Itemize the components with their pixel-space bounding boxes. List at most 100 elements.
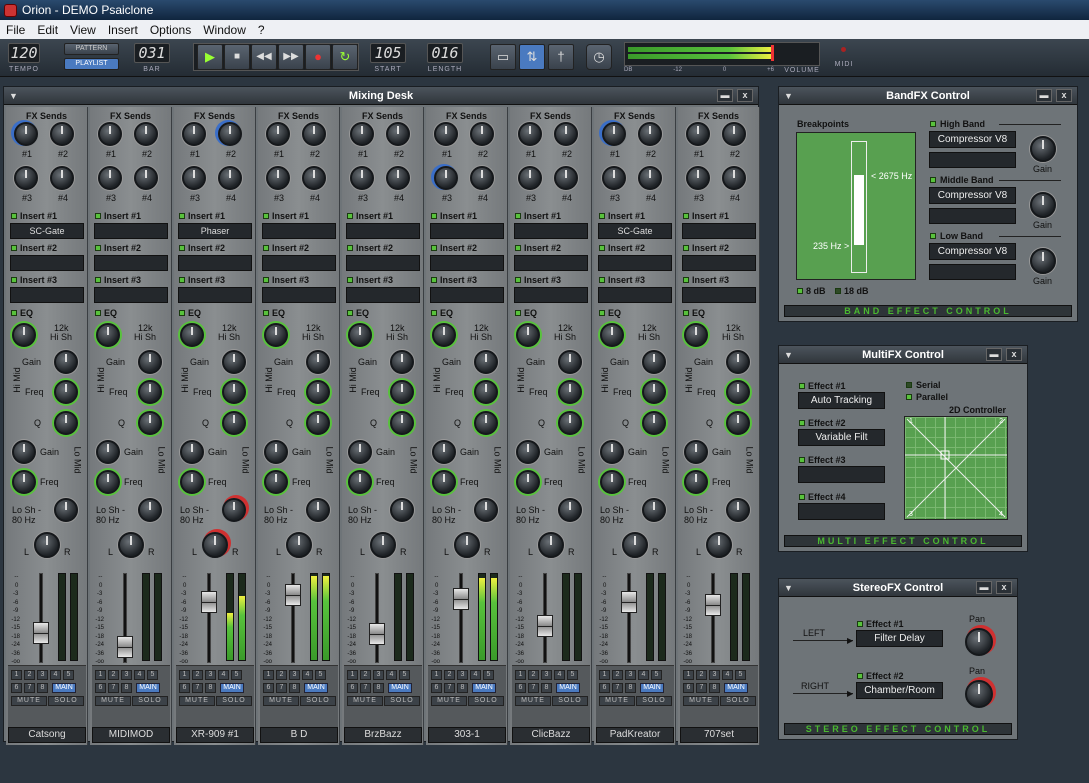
lo-shelf-knob[interactable] [390,498,414,522]
route-7-button[interactable]: 7 [24,683,35,693]
db8-led[interactable] [797,288,803,294]
hi-mid-q-knob[interactable] [306,411,330,435]
insert-2-led[interactable] [347,245,353,251]
route-1-button[interactable]: 1 [95,670,106,680]
playlist-button[interactable]: PLAYLIST [64,58,119,70]
insert-1-slot[interactable]: SC-Gate [598,223,672,239]
fx-send-3-knob[interactable] [14,166,38,190]
insert-1-slot[interactable]: SC-Gate [10,223,84,239]
minimize-button[interactable]: ▬ [986,348,1002,361]
insert-3-slot[interactable] [10,287,84,303]
channel-fader[interactable] [621,590,637,613]
insert-1-slot[interactable] [430,223,504,239]
route-1-button[interactable]: 1 [599,670,610,680]
route-8-button[interactable]: 8 [457,683,468,693]
route-1-button[interactable]: 1 [179,670,190,680]
main-route-button[interactable]: MAIN [724,683,748,693]
hi-shelf-knob[interactable] [348,323,372,347]
lo-mid-freq-knob[interactable] [432,470,456,494]
route-1-button[interactable]: 1 [431,670,442,680]
middle-band-led[interactable] [930,177,936,183]
route-1-button[interactable]: 1 [515,670,526,680]
fx-send-1-knob[interactable] [518,122,542,146]
insert-2-slot[interactable] [178,255,252,271]
effect2-led[interactable] [799,420,805,426]
insert-2-slot[interactable] [682,255,756,271]
solo-button[interactable]: SOLO [48,696,84,706]
mute-button[interactable]: MUTE [263,696,299,706]
route-2-button[interactable]: 2 [696,670,707,680]
hi-mid-freq-knob[interactable] [642,380,666,404]
insert-1-slot[interactable]: Phaser [178,223,252,239]
route-6-button[interactable]: 6 [179,683,190,693]
hi-mid-q-knob[interactable] [474,411,498,435]
route-4-button[interactable]: 4 [470,670,481,680]
route-8-button[interactable]: 8 [121,683,132,693]
channel-fader[interactable] [369,623,385,646]
collapse-icon[interactable]: ▼ [784,583,793,593]
insert-2-slot[interactable] [430,255,504,271]
low-band-empty-slot[interactable] [929,264,1016,280]
insert-3-led[interactable] [11,277,17,283]
solo-button[interactable]: SOLO [468,696,504,706]
hi-mid-gain-knob[interactable] [474,350,498,374]
route-2-button[interactable]: 2 [612,670,623,680]
insert-1-slot[interactable] [514,223,588,239]
channel-name[interactable]: XR-909 #1 [176,727,254,743]
2d-controller-pad[interactable]: 1 2 3 4 [904,416,1008,520]
channel-fader[interactable] [705,594,721,616]
hi-mid-freq-knob[interactable] [390,380,414,404]
fx-send-1-knob[interactable] [266,122,290,146]
insert-3-slot[interactable] [430,287,504,303]
split-view-icon[interactable]: ⇅ [519,44,545,70]
pattern-button[interactable]: PATTERN [64,43,119,55]
insert-3-led[interactable] [515,277,521,283]
fx-send-3-knob[interactable] [182,166,206,190]
mute-button[interactable]: MUTE [347,696,383,706]
fx-send-1-knob[interactable] [14,122,38,146]
main-route-button[interactable]: MAIN [556,683,580,693]
tempo-display[interactable]: 120 [8,43,40,63]
route-7-button[interactable]: 7 [612,683,623,693]
tune-icon[interactable]: † [548,44,574,70]
fx-send-2-knob[interactable] [134,122,158,146]
close-button[interactable]: x [996,581,1012,594]
eq-led[interactable] [515,310,521,316]
effect1-led[interactable] [857,621,863,627]
insert-3-slot[interactable] [346,287,420,303]
pan-knob[interactable] [118,532,144,558]
insert-2-led[interactable] [515,245,521,251]
route-2-button[interactable]: 2 [360,670,371,680]
insert-3-led[interactable] [599,277,605,283]
middle-band-gain-knob[interactable] [1030,192,1056,218]
hi-mid-q-knob[interactable] [558,411,582,435]
insert-2-slot[interactable] [262,255,336,271]
insert-2-led[interactable] [431,245,437,251]
route-4-button[interactable]: 4 [218,670,229,680]
fx-send-2-knob[interactable] [302,122,326,146]
route-8-button[interactable]: 8 [37,683,48,693]
insert-3-slot[interactable] [262,287,336,303]
hi-mid-freq-knob[interactable] [138,380,162,404]
solo-button[interactable]: SOLO [216,696,252,706]
hi-mid-gain-knob[interactable] [642,350,666,374]
effect1-slot[interactable]: Filter Delay [856,630,943,647]
rewind-icon[interactable]: ◀◀ [251,44,277,70]
lo-shelf-knob[interactable] [726,498,750,522]
fx-send-1-knob[interactable] [98,122,122,146]
route-2-button[interactable]: 2 [108,670,119,680]
channel-name[interactable]: MIDIMOD [92,727,170,743]
lo-mid-freq-knob[interactable] [348,470,372,494]
channel-name[interactable]: Catsong [8,727,86,743]
lo-shelf-knob[interactable] [54,498,78,522]
route-8-button[interactable]: 8 [709,683,720,693]
pan-knob[interactable] [286,532,312,558]
fx-send-4-knob[interactable] [386,166,410,190]
route-8-button[interactable]: 8 [625,683,636,693]
lo-shelf-knob[interactable] [474,498,498,522]
serial-led[interactable] [906,382,912,388]
mute-button[interactable]: MUTE [95,696,131,706]
insert-2-led[interactable] [683,245,689,251]
route-6-button[interactable]: 6 [347,683,358,693]
insert-1-slot[interactable] [262,223,336,239]
